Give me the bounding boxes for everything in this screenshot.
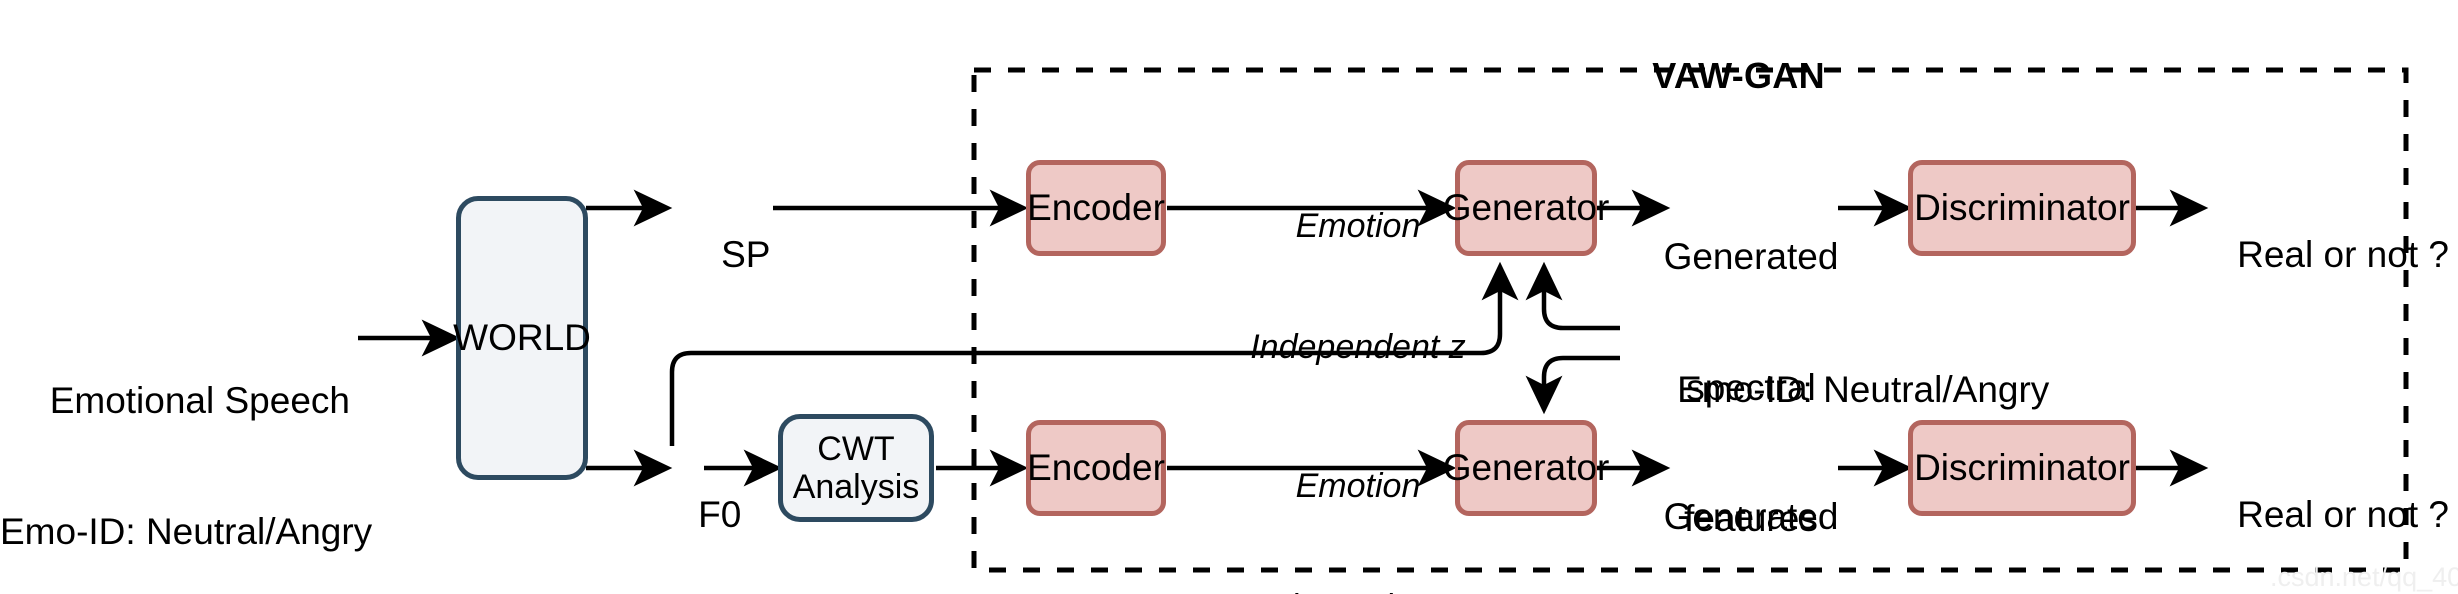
emo-id-condition-text: Emo-ID: Neutral/Angry [1677, 368, 2050, 410]
bottom-discriminator-box[interactable]: Discriminator [1908, 420, 2136, 516]
bottom-output-line1: Generated [1663, 496, 1839, 538]
top-generator-box[interactable]: Generator [1443, 160, 1609, 256]
diagram-canvas: VAW-GAN Emotional Speech Emo-ID: Neutral… [0, 0, 2458, 594]
watermark-text: .csdn.net/qq_40168949 [2270, 562, 2458, 592]
bottom-encoder-box[interactable]: Encoder [1026, 420, 1166, 516]
top-discriminator-label: Discriminator [1914, 187, 2130, 229]
stream-label-sp-text: SP [721, 233, 771, 275]
bottom-latent-line2: Independent z [1229, 587, 1487, 594]
top-encoder-box[interactable]: Encoder [1026, 160, 1166, 256]
bottom-verdict-text: Real or not ? [2237, 493, 2449, 535]
top-encoder-label: Encoder [1027, 187, 1165, 229]
bottom-discriminator-label: Discriminator [1914, 447, 2130, 489]
world-box[interactable]: WORLD [453, 196, 591, 480]
watermark: .csdn.net/qq_40168949 [2270, 562, 2458, 593]
input-label-line2: Emo-ID: Neutral/Angry [0, 511, 373, 553]
group-title-text: VAW-GAN [1652, 54, 1825, 96]
stream-label-f0-text: F0 [698, 493, 742, 535]
arrow-emoid-to-bottom-generator [1525, 355, 1620, 415]
top-generator-label: Generator [1442, 187, 1610, 229]
top-latent-line2: Independent z [1250, 327, 1466, 366]
cwt-label-line2: Analysis [792, 468, 920, 506]
top-verdict-label: Real or not ? [2196, 189, 2449, 320]
input-label-line1: Emotional Speech [49, 380, 350, 422]
group-title-vaw-gan: VAW-GAN [1568, 10, 1868, 141]
stream-label-f0: F0 [657, 449, 741, 580]
top-discriminator-box[interactable]: Discriminator [1908, 160, 2136, 256]
bottom-latent-label: Emotion Independent z [1229, 386, 1487, 594]
bottom-generator-box[interactable]: Generator [1443, 420, 1609, 516]
top-output-line1: Generated [1663, 236, 1839, 278]
stream-label-sp: SP [680, 189, 770, 320]
world-box-label: WORLD [453, 317, 591, 359]
bottom-verdict-label: Real or not ? [2196, 449, 2449, 580]
bottom-generator-label: Generator [1442, 447, 1610, 489]
bottom-encoder-label: Encoder [1027, 447, 1165, 489]
arrow-emoid-to-top-generator [1525, 261, 1620, 331]
cwt-analysis-box[interactable]: CWT Analysis [778, 414, 934, 522]
top-verdict-text: Real or not ? [2237, 233, 2449, 275]
bottom-output-label: Generated prosody features [1653, 408, 1849, 594]
input-label: Emotional Speech Emo-ID: Neutral/Angry [0, 292, 373, 594]
cwt-label-line1: CWT [817, 429, 895, 468]
